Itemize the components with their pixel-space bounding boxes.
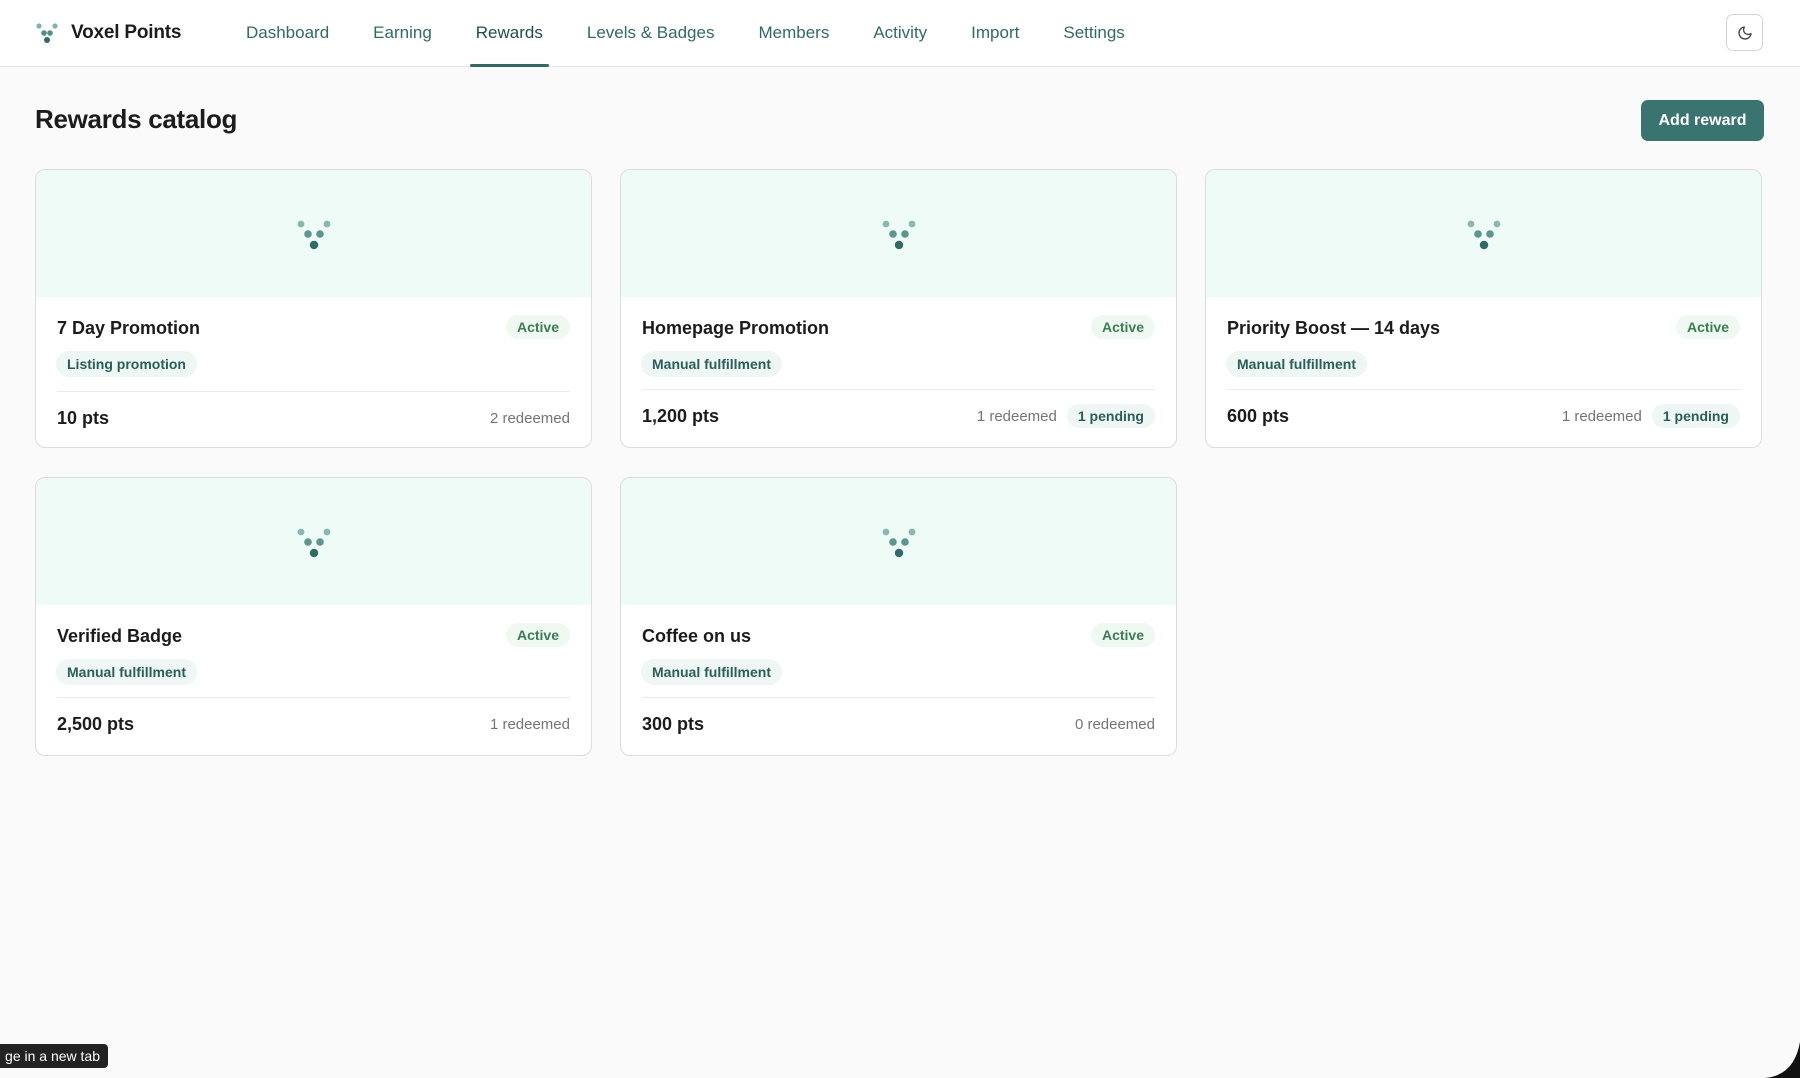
tab-activity[interactable]: Activity [851,0,949,67]
reward-image-placeholder [36,170,591,297]
reward-points: 2,500 pts [57,714,135,734]
top-navigation-bar: Voxel Points Dashboard Earning Rewards L… [0,0,1800,67]
status-badge: Active [505,315,570,339]
reward-card[interactable]: Priority Boost — 14 days Active Manual f… [1205,169,1762,448]
card-divider [57,391,570,392]
tab-dashboard[interactable]: Dashboard [224,0,351,67]
tooltip-text: ge in a new tab [5,1048,100,1064]
main-nav: Dashboard Earning Rewards Levels & Badge… [224,0,1147,67]
status-badge: Active [1675,315,1740,339]
brand[interactable]: Voxel Points [35,18,181,48]
pending-badge[interactable]: 1 pending [1651,404,1740,428]
reward-stats: 1 redeemed 1 pending [1562,404,1740,428]
redeemed-count: 0 redeemed [1074,716,1155,733]
tab-import[interactable]: Import [949,0,1041,67]
tab-rewards[interactable]: Rewards [454,0,565,67]
window-corner [1764,1042,1800,1078]
reward-card[interactable]: Homepage Promotion Active Manual fulfill… [620,169,1177,448]
reward-points: 1,200 pts [642,406,720,426]
tab-earning[interactable]: Earning [351,0,454,67]
tab-label: Dashboard [246,22,330,42]
theme-toggle-button[interactable] [1726,14,1763,51]
tab-label: Import [971,22,1020,42]
redeemed-count: 1 redeemed [489,716,570,733]
voxel-dots-icon [1467,220,1500,249]
reward-title: Verified Badge [57,626,183,646]
redeemed-count: 1 redeemed [976,407,1057,425]
reward-card[interactable]: Verified Badge Active Manual fulfillment… [35,477,592,756]
app-name: Voxel Points [71,22,182,43]
status-badge: Active [1090,623,1155,647]
tab-label: Members [758,22,830,42]
redeemed-count: 1 redeemed [1561,407,1642,425]
card-divider [642,389,1155,390]
reward-points: 10 pts [57,408,110,428]
pending-badge[interactable]: 1 pending [1066,404,1155,428]
tab-label: Levels & Badges [586,22,715,42]
reward-title: Priority Boost — 14 days [1227,318,1441,338]
status-badge: Active [1090,315,1155,339]
tab-label: Earning [373,22,432,42]
reward-title: 7 Day Promotion [57,318,201,338]
voxel-dots-icon [297,528,330,557]
moon-icon [1737,25,1752,40]
fulfillment-type-chip: Manual fulfillment [56,659,197,685]
voxel-dots-icon [297,220,330,249]
voxel-dots-icon [882,528,915,557]
reward-image-placeholder [1206,170,1761,297]
tab-members[interactable]: Members [736,0,851,67]
tab-label: Rewards [475,22,543,42]
fulfillment-type-chip: Manual fulfillment [641,659,782,685]
reward-image-placeholder [621,478,1176,605]
add-reward-button[interactable]: Add reward [1641,100,1764,141]
reward-stats: 2 redeemed [490,410,570,427]
card-divider [642,697,1155,698]
tab-label: Activity [873,22,928,42]
tab-label: Settings [1063,22,1125,42]
reward-stats: 1 redeemed 1 pending [977,404,1155,428]
link-status-tooltip: ge in a new tab [0,1044,108,1068]
status-badge: Active [505,623,570,647]
fulfillment-type-chip: Manual fulfillment [641,351,782,377]
reward-card[interactable]: Coffee on us Active Manual fulfillment 3… [620,477,1177,756]
card-divider [1227,389,1740,390]
reward-card[interactable]: 7 Day Promotion Active Listing promotion… [35,169,592,448]
fulfillment-type-chip: Listing promotion [56,351,197,377]
voxel-dots-icon [36,23,58,43]
tab-levels-badges[interactable]: Levels & Badges [565,0,737,67]
tab-settings[interactable]: Settings [1041,0,1146,67]
redeemed-count: 2 redeemed [489,410,570,427]
reward-title: Homepage Promotion [642,318,830,338]
reward-stats: 0 redeemed [1075,716,1155,733]
reward-points: 600 pts [1227,406,1290,426]
fulfillment-type-chip: Manual fulfillment [1226,351,1367,377]
reward-image-placeholder [36,478,591,605]
card-divider [57,697,570,698]
page-title: Rewards catalog [35,104,238,134]
reward-stats: 1 redeemed [490,716,570,733]
voxel-dots-icon [882,220,915,249]
reward-title: Coffee on us [642,626,752,646]
reward-points: 300 pts [642,714,705,734]
reward-image-placeholder [621,170,1176,297]
